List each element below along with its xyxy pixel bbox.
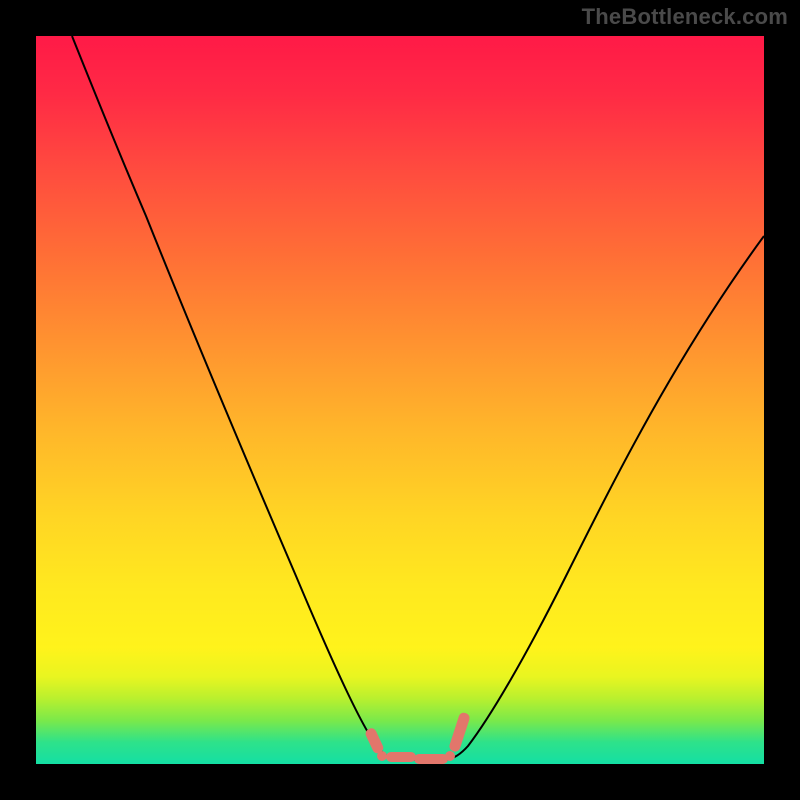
marker-dot-left xyxy=(377,751,387,761)
marker-dot-right xyxy=(445,751,455,761)
valley-markers xyxy=(364,711,471,764)
chart-frame: TheBottleneck.com xyxy=(0,0,800,800)
watermark-text: TheBottleneck.com xyxy=(582,4,788,30)
curve-layer xyxy=(36,36,764,764)
marker-floor-1 xyxy=(386,752,416,762)
plot-area xyxy=(36,36,764,764)
marker-left xyxy=(364,727,385,755)
bottleneck-curve xyxy=(72,36,764,760)
marker-floor-2 xyxy=(414,754,448,764)
